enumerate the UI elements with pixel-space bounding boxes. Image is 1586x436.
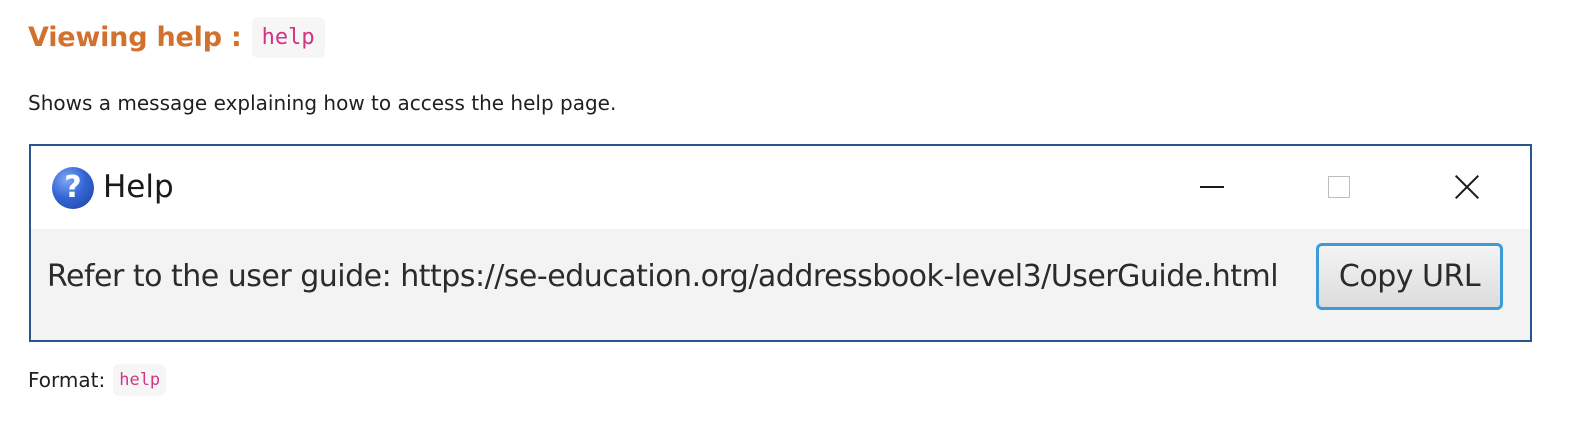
section-heading-text: Viewing help :	[28, 21, 242, 53]
help-question-icon: ?	[52, 167, 94, 209]
maximize-icon	[1328, 176, 1350, 198]
window-title: Help	[103, 169, 174, 205]
format-command-code: help	[113, 364, 167, 396]
format-line: Format: help	[28, 364, 167, 396]
minimize-icon	[1200, 186, 1224, 188]
section-description: Shows a message explaining how to access…	[28, 91, 617, 115]
close-button[interactable]	[1442, 164, 1492, 210]
close-icon	[1453, 173, 1481, 201]
section-heading: Viewing help : help	[28, 14, 325, 60]
copy-url-button[interactable]: Copy URL	[1316, 243, 1503, 310]
format-label: Format:	[28, 368, 106, 392]
window-titlebar[interactable]: ? Help	[31, 146, 1530, 229]
maximize-button[interactable]	[1314, 164, 1364, 210]
minimize-button[interactable]	[1187, 164, 1237, 210]
window-content: Refer to the user guide: https://se-educ…	[31, 229, 1530, 340]
help-window: ? Help Refer to the user guide: https://…	[29, 144, 1532, 342]
heading-command-code: help	[251, 16, 325, 58]
help-message: Refer to the user guide: https://se-educ…	[47, 259, 1279, 294]
